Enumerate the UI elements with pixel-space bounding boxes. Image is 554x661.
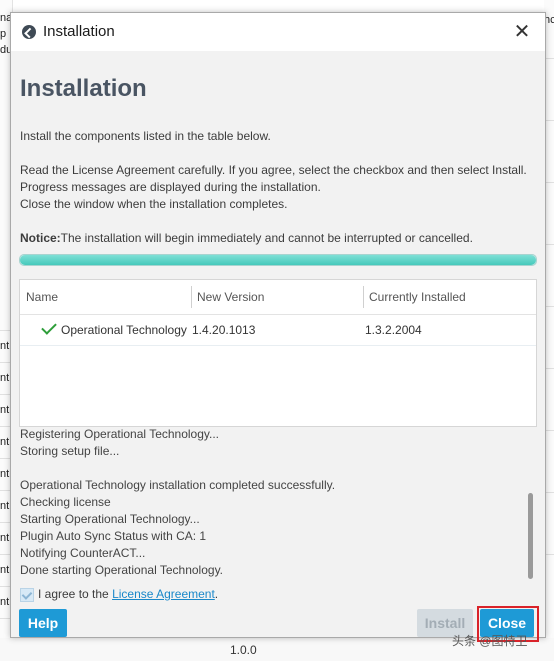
log-line: Checking license	[20, 495, 111, 509]
table-row[interactable]: Operational Technology 1.4.20.1013 1.3.2…	[20, 315, 536, 346]
agree-suffix: .	[214, 587, 219, 601]
log-line: Notifying CounterACT...	[20, 546, 146, 560]
background-text-fragment: nt	[0, 436, 10, 448]
instruction-line: Read the License Agreement carefully. If…	[20, 163, 527, 177]
log-line: Done starting Operational Technology.	[20, 563, 224, 577]
column-header-currently-installed[interactable]: Currently Installed	[369, 280, 466, 314]
background-text-fragment: nt	[0, 532, 10, 544]
column-divider[interactable]	[363, 286, 364, 308]
dialog-content: Installation Install the components list…	[11, 51, 545, 642]
log-line: Operational Technology installation comp…	[20, 478, 336, 492]
help-button[interactable]: Help	[19, 609, 67, 637]
agree-prefix: I agree to the	[38, 587, 113, 601]
agree-checkbox[interactable]	[20, 588, 34, 602]
log-line: Plugin Auto Sync Status with CA: 1	[20, 529, 207, 543]
license-agreement-link[interactable]: License Agreement	[112, 587, 215, 601]
log-output: Registering Operational Technology... St…	[11, 429, 537, 577]
component-name: Operational Technology	[61, 323, 187, 337]
column-header-name[interactable]: Name	[26, 280, 58, 314]
check-icon	[41, 319, 57, 335]
column-header-new-version[interactable]: New Version	[197, 280, 264, 314]
background-text-fragment: nt	[0, 596, 10, 608]
background-value: 1.0.0	[230, 643, 257, 657]
intro-text: Install the components listed in the tab…	[20, 129, 271, 143]
notice-message: The installation will begin immediately …	[60, 231, 473, 245]
window-title: Installation	[43, 23, 115, 40]
components-table: Name New Version Currently Installed Ope…	[19, 279, 537, 427]
background-text-fragment: p	[0, 28, 7, 40]
app-icon	[22, 25, 36, 39]
agree-label: I agree to the License Agreement.	[38, 587, 218, 601]
log-line: Starting Operational Technology...	[20, 512, 200, 526]
log-line: Registering Operational Technology...	[20, 429, 220, 441]
notice-text: Notice:The installation will begin immed…	[20, 231, 473, 245]
notice-label: Notice:	[20, 231, 61, 245]
installation-dialog: Installation ✕ Installation Install the …	[10, 12, 546, 642]
new-version-value: 1.4.20.1013	[192, 323, 256, 337]
log-scrollbar[interactable]	[528, 493, 533, 579]
title-bar: Installation ✕	[11, 13, 545, 51]
background-text-fragment: nt	[0, 468, 10, 480]
progress-bar	[19, 254, 537, 266]
progress-fill	[20, 255, 536, 265]
page-title: Installation	[20, 75, 147, 102]
background-text-fragment: nt	[0, 404, 10, 416]
close-window-icon[interactable]: ✕	[509, 19, 535, 45]
installed-version-value: 1.3.2.2004	[365, 323, 422, 337]
background-text-fragment: nt	[0, 372, 10, 384]
watermark: 头条 @图特卫	[452, 634, 528, 648]
instruction-line: Progress messages are displayed during t…	[20, 180, 321, 194]
background-text-fragment: nt	[0, 564, 10, 576]
log-line: Storing setup file...	[20, 444, 120, 458]
instruction-line: Close the window when the installation c…	[20, 197, 288, 211]
background-text-fragment: nt	[0, 500, 10, 512]
background-text-fragment: nt	[0, 340, 10, 352]
column-divider[interactable]	[191, 286, 192, 308]
